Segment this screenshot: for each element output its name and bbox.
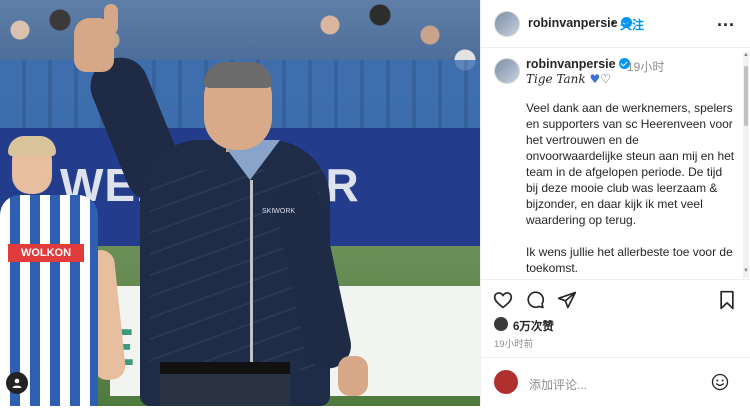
follow-button[interactable]: 关注: [620, 16, 644, 33]
post-header: robinvanpersie • 关注 ...: [481, 0, 750, 48]
viewer-avatar: [494, 370, 518, 394]
post-photo[interactable]: WE...C-HEER ENSING WOLKON SKIWORK: [0, 0, 480, 406]
man-jeans: [160, 374, 290, 406]
instagram-post-view: WE...C-HEER ENSING WOLKON SKIWORK robinv: [0, 0, 750, 406]
comment-bar: 添加评论...: [481, 357, 750, 408]
share-icon[interactable]: [557, 290, 577, 310]
man-right-hand: [338, 356, 368, 396]
liker-avatar[interactable]: [494, 317, 508, 331]
caption-avatar[interactable]: [494, 58, 520, 84]
man-belt: [160, 362, 290, 374]
white-heart-emoji-icon: ♡: [600, 72, 612, 86]
caption-username[interactable]: robinvanpersie: [526, 57, 630, 71]
jacket-zipper: [250, 180, 253, 380]
man-hair: [204, 62, 272, 88]
jacket-badge: SKIWORK: [262, 208, 296, 215]
scroll-down-arrow-icon[interactable]: ▼: [742, 268, 750, 274]
scroll-up-arrow-icon[interactable]: ▲: [742, 52, 750, 58]
caption-time: 19小时: [627, 60, 665, 74]
caption-scrollbar-thumb[interactable]: [744, 66, 748, 126]
man-thumb: [104, 4, 118, 34]
heart-icon[interactable]: [493, 290, 513, 310]
user-tag-icon[interactable]: [6, 372, 28, 394]
comment-icon[interactable]: [525, 290, 545, 310]
emoji-icon[interactable]: [711, 373, 729, 391]
comment-input[interactable]: 添加评论...: [529, 376, 587, 393]
blue-heart-emoji-icon: ♥: [589, 72, 601, 86]
caption-area: robinvanpersie 19小时 Tige Tank ♥♡ Veel da…: [481, 48, 743, 278]
post-timestamp[interactable]: 19小时前: [494, 336, 533, 350]
author-username-text[interactable]: robinvanpersie: [528, 16, 618, 30]
caption-username-text[interactable]: robinvanpersie: [526, 57, 616, 71]
post-actions: 6万次赞 19小时前 添加评论...: [481, 279, 750, 407]
likes-count[interactable]: 6万次赞: [513, 318, 554, 334]
player-hair: [8, 136, 56, 156]
more-options-icon[interactable]: ...: [717, 10, 735, 31]
player-sponsor: WOLKON: [8, 244, 84, 262]
author-avatar[interactable]: [494, 11, 520, 37]
caption-text: Veel dank aan de werknemers, spelers en …: [526, 101, 735, 275]
caption-bio: Tige Tank ♥♡: [526, 72, 611, 86]
bookmark-icon[interactable]: [717, 290, 737, 310]
author-username[interactable]: robinvanpersie: [528, 16, 632, 30]
header-separator: •: [611, 16, 616, 30]
caption-bio-text: Tige Tank: [526, 72, 586, 86]
post-side-panel: robinvanpersie • 关注 ... robinvanpersie 1…: [480, 0, 750, 406]
